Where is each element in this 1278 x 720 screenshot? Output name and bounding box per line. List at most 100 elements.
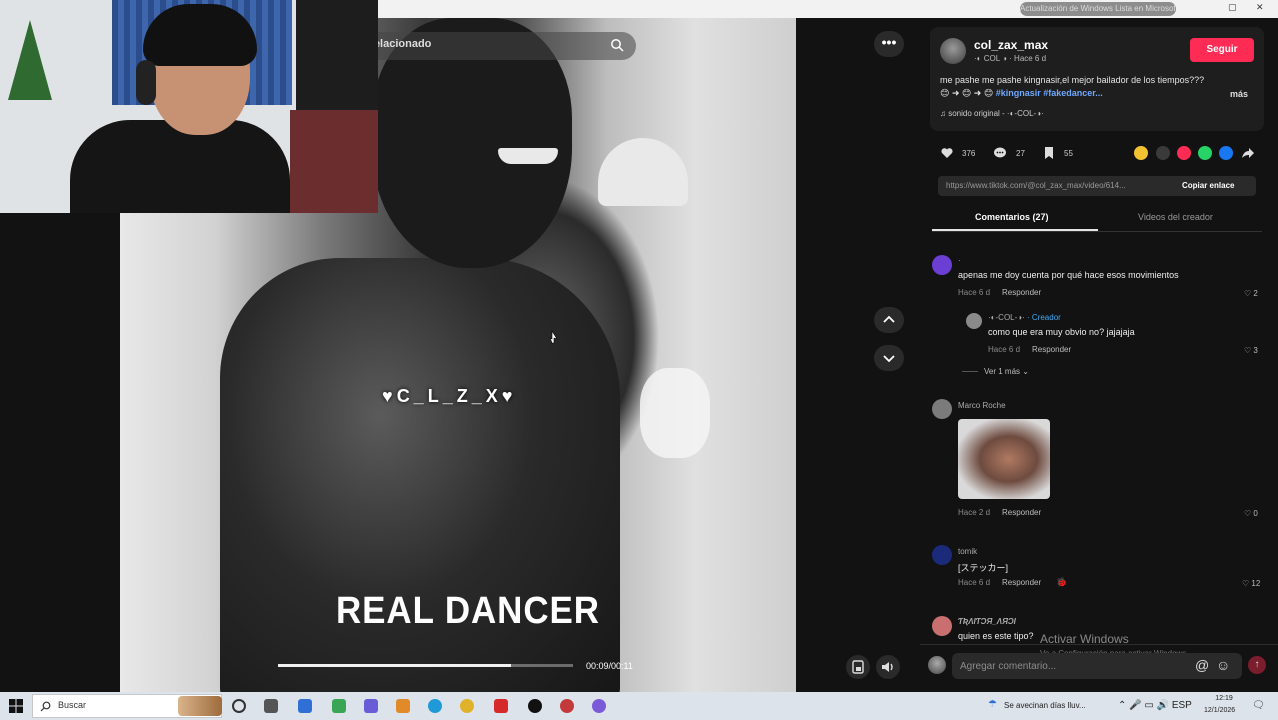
like-count: 376 xyxy=(962,149,976,158)
dancer-smile xyxy=(498,148,558,164)
comment-like-value: 12 xyxy=(1251,579,1261,588)
heart-icon[interactable] xyxy=(940,146,954,160)
video-caption: REAL DANCER xyxy=(336,590,600,632)
store-icon[interactable] xyxy=(396,699,410,713)
whatsapp-icon[interactable] xyxy=(1198,146,1212,160)
comment-avatar[interactable] xyxy=(932,545,952,565)
mention-icon[interactable]: @ xyxy=(1195,657,1209,673)
comment-time: Hace 2 d xyxy=(958,508,991,517)
reply-like-count[interactable]: ♡ 3 xyxy=(1244,346,1258,355)
author-name[interactable]: col_zax_max xyxy=(974,38,1048,52)
comment-reply-button[interactable]: Responder xyxy=(1002,578,1041,587)
comment-username[interactable]: Marco Roche xyxy=(958,401,1006,410)
youtube-icon[interactable] xyxy=(494,699,508,713)
weather-icon[interactable]: ☂ xyxy=(988,699,997,710)
comment-icon[interactable] xyxy=(993,146,1007,160)
widgets-icon[interactable] xyxy=(264,699,278,713)
chevron-up-icon xyxy=(883,315,895,323)
comment-photo[interactable] xyxy=(958,419,1050,499)
author-avatar[interactable] xyxy=(940,38,966,64)
streamer-hair xyxy=(143,4,257,66)
discord-icon[interactable] xyxy=(592,699,606,713)
facebook-icon[interactable] xyxy=(1219,146,1233,160)
sticker-icon: 🐞 xyxy=(1056,577,1068,587)
description-more-link[interactable]: más xyxy=(1230,89,1248,99)
save-count: 55 xyxy=(1064,149,1073,158)
edge-icon[interactable] xyxy=(428,699,442,713)
tab-creator-videos[interactable]: Videos del creador xyxy=(1138,212,1213,222)
task-view-icon[interactable] xyxy=(232,699,246,713)
emoji-share-icon[interactable] xyxy=(1134,146,1148,160)
more-options-button[interactable]: ••• xyxy=(874,31,904,57)
send-share-icon[interactable] xyxy=(1177,146,1191,160)
comment-text: apenas me doy cuenta por qué hace esos m… xyxy=(958,270,1179,280)
mail-icon[interactable] xyxy=(298,699,312,713)
picture-in-picture-button[interactable] xyxy=(846,655,870,679)
windows-start-icon[interactable] xyxy=(8,698,24,714)
lamp-shade xyxy=(598,138,688,206)
comment-avatar[interactable] xyxy=(932,399,952,419)
update-notice[interactable]: Actualización de Windows Lista en Micros… xyxy=(1020,2,1176,16)
next-video-button[interactable] xyxy=(874,345,904,371)
system-tray-icons[interactable]: ⌃ 🎤 ▭ 🔊 ESP xyxy=(1118,700,1192,711)
video-progress-bar[interactable] xyxy=(278,664,573,667)
taskbar-search-icon xyxy=(40,701,51,712)
reply-avatar[interactable] xyxy=(966,313,982,329)
comment-username[interactable]: · xyxy=(958,256,961,265)
notifications-icon[interactable]: 🗨 xyxy=(1252,700,1265,711)
taskbar-search-text: Buscar xyxy=(58,700,87,710)
clock-time[interactable]: 12:19 xyxy=(1212,695,1236,702)
screen: Relacionado ♥C_L_Z_X♥ REAL DANCER 00:09/… xyxy=(0,0,1278,720)
comment-reply-button[interactable]: Responder xyxy=(1002,508,1041,517)
comment-like-count[interactable]: ♡ 2 xyxy=(1244,289,1258,298)
previous-video-button[interactable] xyxy=(874,307,904,333)
chrome-icon[interactable] xyxy=(460,699,474,713)
embed-code-icon[interactable] xyxy=(1156,146,1170,160)
search-highlight-image xyxy=(178,696,222,716)
reply-like-value: 3 xyxy=(1253,346,1258,355)
post-comment-button[interactable]: ↑ xyxy=(1248,656,1266,674)
sound-link[interactable]: ♫ sonido original - ·◐-COL-◑· xyxy=(940,109,1044,118)
search-icon[interactable] xyxy=(610,38,624,52)
video-progress-fill xyxy=(278,664,512,667)
copy-link-button[interactable]: Copiar enlace xyxy=(1182,181,1234,190)
comment-avatar[interactable] xyxy=(932,255,952,275)
volume-button[interactable] xyxy=(876,655,900,679)
video-link-text[interactable]: https://www.tiktok.com/@col_zax_max/vide… xyxy=(946,181,1172,190)
video-watermark: ♥C_L_Z_X♥ xyxy=(382,386,517,406)
restore-window-icon[interactable]: ▢ xyxy=(1228,2,1237,13)
weather-text[interactable]: Se avecinan días lluv... xyxy=(1004,701,1086,710)
obs-icon[interactable] xyxy=(560,699,574,713)
view-more-replies[interactable]: Ver 1 más ⌄ xyxy=(984,367,1029,376)
comment-username[interactable]: ƬƦΛIƬƆЯ_ΛЯƆI xyxy=(958,617,1016,626)
emoji-icon[interactable]: ☺ xyxy=(1216,657,1230,673)
comment-reply-button[interactable]: Responder xyxy=(1002,288,1041,297)
reply-reply-button[interactable]: Responder xyxy=(1032,345,1071,354)
webcam-desk xyxy=(290,110,378,213)
teams-icon[interactable] xyxy=(364,699,378,713)
share-arrow-icon[interactable] xyxy=(1241,146,1255,160)
follow-button[interactable]: Seguir xyxy=(1190,38,1254,62)
current-user-avatar xyxy=(928,656,946,674)
comment-like-count[interactable]: ♡ 12 xyxy=(1242,579,1260,588)
post-description: me pashe me pashe kingnasir,el mejor bai… xyxy=(940,74,1216,100)
tiktok-icon[interactable] xyxy=(528,699,542,713)
video-timecode: 00:09/00:11 xyxy=(586,661,633,671)
post-hashtags[interactable]: #kingnasir #fakedancer... xyxy=(996,88,1103,98)
reply-text: como que era muy obvio no? jajajaja xyxy=(988,327,1135,337)
comment-avatar[interactable] xyxy=(932,616,952,636)
speaker-icon xyxy=(882,662,893,672)
reply-username[interactable]: ·◐-COL-◑· · Creador xyxy=(988,313,1061,322)
tab-comments[interactable]: Comentarios (27) xyxy=(975,212,1049,222)
comment-text: quien es este tipo? xyxy=(958,631,1034,641)
comment-bar-divider xyxy=(920,644,1278,645)
bookmark-icon[interactable] xyxy=(1042,146,1056,160)
reply-time: Hace 6 d xyxy=(988,345,1021,354)
comment-username[interactable]: tomik xyxy=(958,547,977,556)
active-tab-underline xyxy=(932,229,1098,231)
comment-like-count[interactable]: ♡ 0 xyxy=(1244,509,1258,518)
clock-date[interactable]: 12/1/2026 xyxy=(1204,707,1235,714)
lamp-globe xyxy=(640,368,710,458)
whatsapp-taskbar-icon[interactable] xyxy=(332,699,346,713)
close-window-icon[interactable]: ✕ xyxy=(1256,2,1264,13)
